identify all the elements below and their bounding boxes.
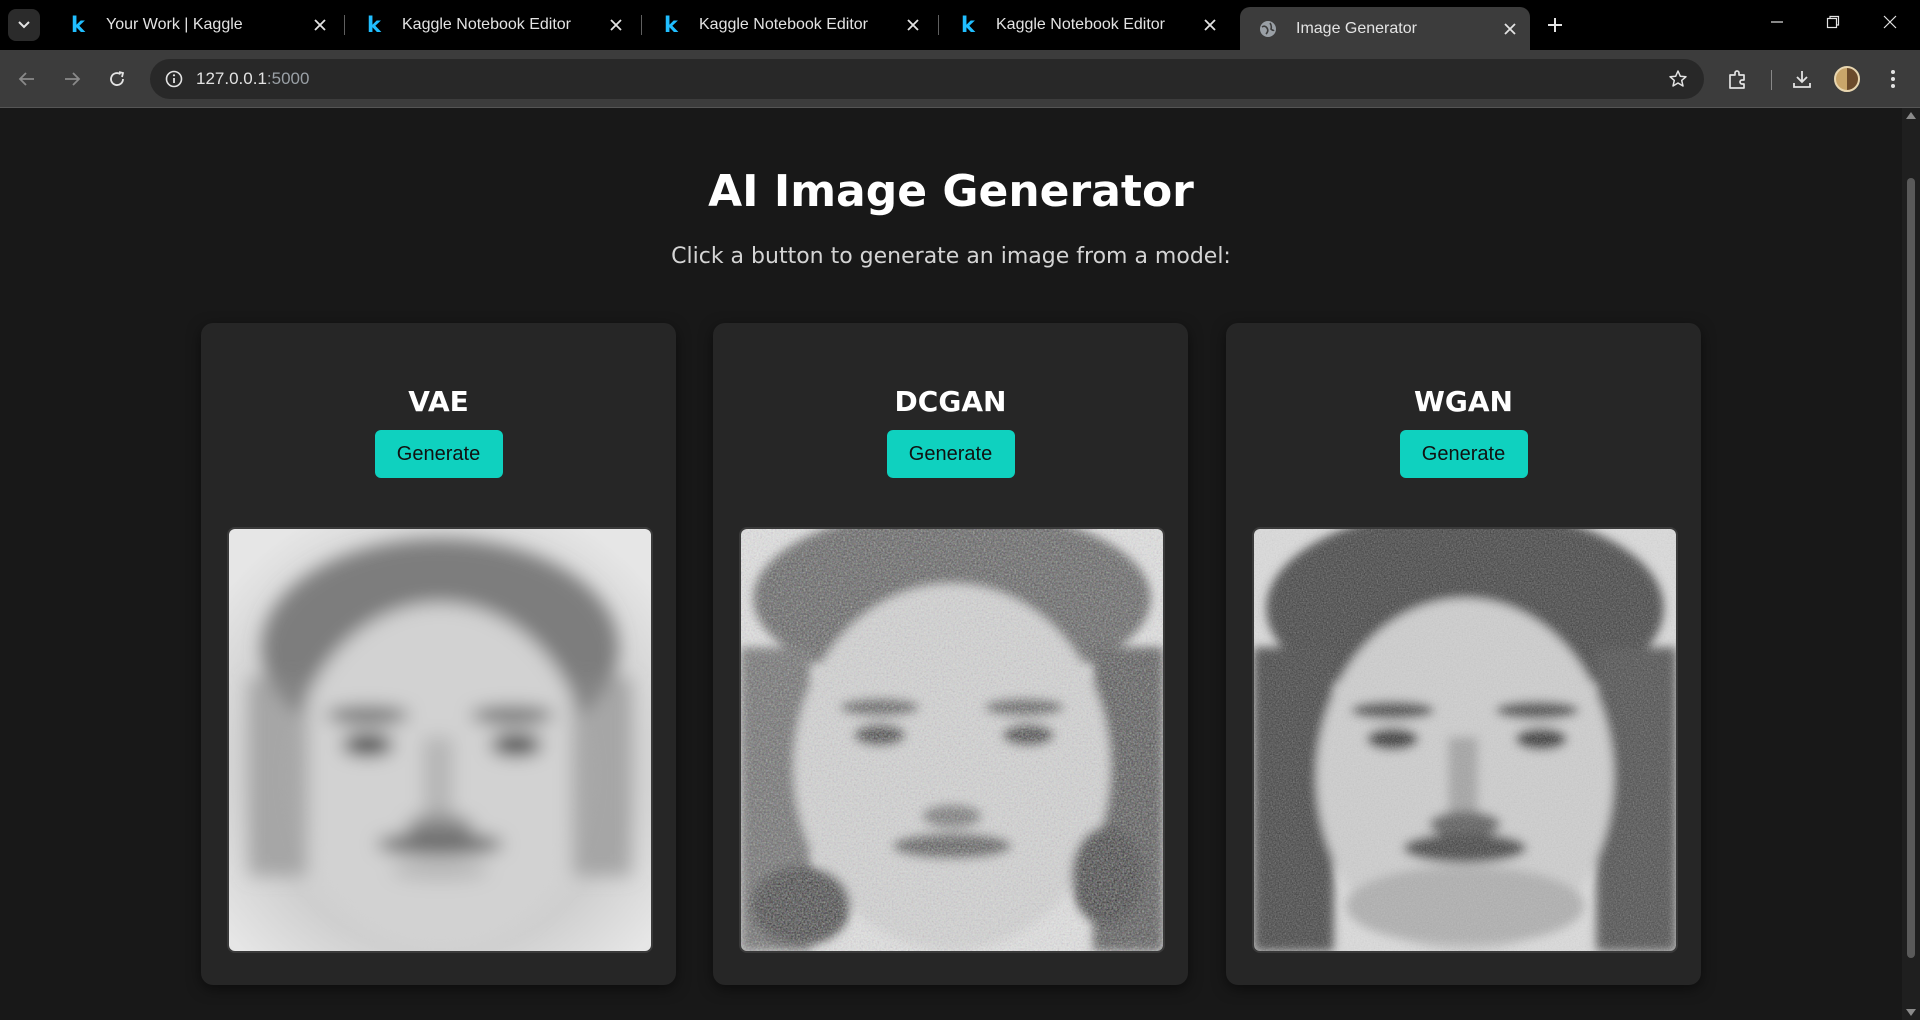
tab-separator xyxy=(938,15,939,35)
model-title: DCGAN xyxy=(894,385,1007,418)
arrow-right-icon xyxy=(65,72,81,86)
vertical-scrollbar[interactable] xyxy=(1902,108,1920,1020)
model-title: WGAN xyxy=(1414,385,1513,418)
page-title: AI Image Generator xyxy=(708,166,1194,217)
scroll-down-arrow-icon[interactable] xyxy=(1906,1009,1916,1016)
close-icon xyxy=(1883,15,1897,29)
bookmark-star-icon[interactable] xyxy=(1666,67,1690,91)
download-icon[interactable] xyxy=(1787,64,1817,94)
close-tab-icon[interactable] xyxy=(1496,15,1524,43)
tab-your-work-kaggle[interactable]: k Your Work | Kaggle xyxy=(50,7,340,43)
generated-image-wgan xyxy=(1252,527,1678,953)
model-card-dcgan: DCGAN Generate xyxy=(713,323,1188,985)
generate-button-wgan[interactable]: Generate xyxy=(1399,430,1528,478)
tab-kaggle-notebook-editor-3[interactable]: k Kaggle Notebook Editor xyxy=(940,7,1230,43)
tab-title: Image Generator xyxy=(1296,19,1417,37)
close-tab-icon[interactable] xyxy=(899,11,927,39)
site-info-icon[interactable] xyxy=(160,65,188,93)
kaggle-icon: k xyxy=(367,13,381,37)
more-menu-icon[interactable] xyxy=(1878,64,1908,94)
page-subtitle: Click a button to generate an image from… xyxy=(671,244,1231,269)
tab-title: Kaggle Notebook Editor xyxy=(402,16,571,33)
browser-toolbar: 127.0.0.1:5000 xyxy=(0,50,1920,108)
minimize-button[interactable] xyxy=(1749,0,1805,44)
model-title: VAE xyxy=(408,385,469,418)
forward-button[interactable] xyxy=(54,61,90,97)
tab-image-generator[interactable]: Image Generator xyxy=(1240,7,1530,50)
chevron-down-icon xyxy=(18,21,30,29)
tab-title: Kaggle Notebook Editor xyxy=(699,16,868,33)
url-text[interactable]: 127.0.0.1:5000 xyxy=(196,69,309,89)
tab-title: Your Work | Kaggle xyxy=(106,16,243,33)
close-tab-icon[interactable] xyxy=(306,11,334,39)
generate-button-dcgan[interactable]: Generate xyxy=(886,430,1015,478)
kaggle-icon: k xyxy=(961,13,975,37)
tab-strip: k Your Work | Kaggle k Kaggle Notebook E… xyxy=(0,0,1920,50)
profile-avatar[interactable] xyxy=(1834,66,1860,92)
new-tab-button[interactable] xyxy=(1540,10,1570,40)
model-card-vae: VAE Generate xyxy=(201,323,676,985)
restore-icon xyxy=(1826,15,1840,29)
tab-separator xyxy=(641,15,642,35)
reload-icon xyxy=(110,71,125,86)
toolbar-divider xyxy=(1771,70,1772,90)
reload-button[interactable] xyxy=(99,61,135,97)
extensions-icon[interactable] xyxy=(1723,64,1753,94)
page-viewport: AI Image Generator Click a button to gen… xyxy=(0,108,1902,1020)
close-tab-icon[interactable] xyxy=(602,11,630,39)
tab-separator xyxy=(344,15,345,35)
generated-image-dcgan xyxy=(739,527,1165,953)
close-window-button[interactable] xyxy=(1862,0,1918,44)
plus-icon xyxy=(1548,18,1562,32)
restore-button[interactable] xyxy=(1805,0,1861,44)
model-card-wgan: WGAN Generate xyxy=(1226,323,1701,985)
globe-icon xyxy=(1256,20,1280,38)
tab-kaggle-notebook-editor-1[interactable]: k Kaggle Notebook Editor xyxy=(346,7,636,43)
back-button[interactable] xyxy=(9,61,45,97)
close-tab-icon[interactable] xyxy=(1196,11,1224,39)
minimize-icon xyxy=(1771,21,1783,23)
scroll-up-arrow-icon[interactable] xyxy=(1906,112,1916,119)
tab-kaggle-notebook-editor-2[interactable]: k Kaggle Notebook Editor xyxy=(643,7,933,43)
tab-title: Kaggle Notebook Editor xyxy=(996,16,1165,33)
generate-button-vae[interactable]: Generate xyxy=(374,430,503,478)
address-bar[interactable]: 127.0.0.1:5000 xyxy=(150,59,1704,99)
kaggle-icon: k xyxy=(664,13,678,37)
kaggle-icon: k xyxy=(71,13,85,37)
arrow-left-icon xyxy=(18,72,34,86)
tab-search-button[interactable] xyxy=(8,9,40,41)
scroll-thumb[interactable] xyxy=(1907,178,1915,958)
generated-image-vae xyxy=(227,527,653,953)
